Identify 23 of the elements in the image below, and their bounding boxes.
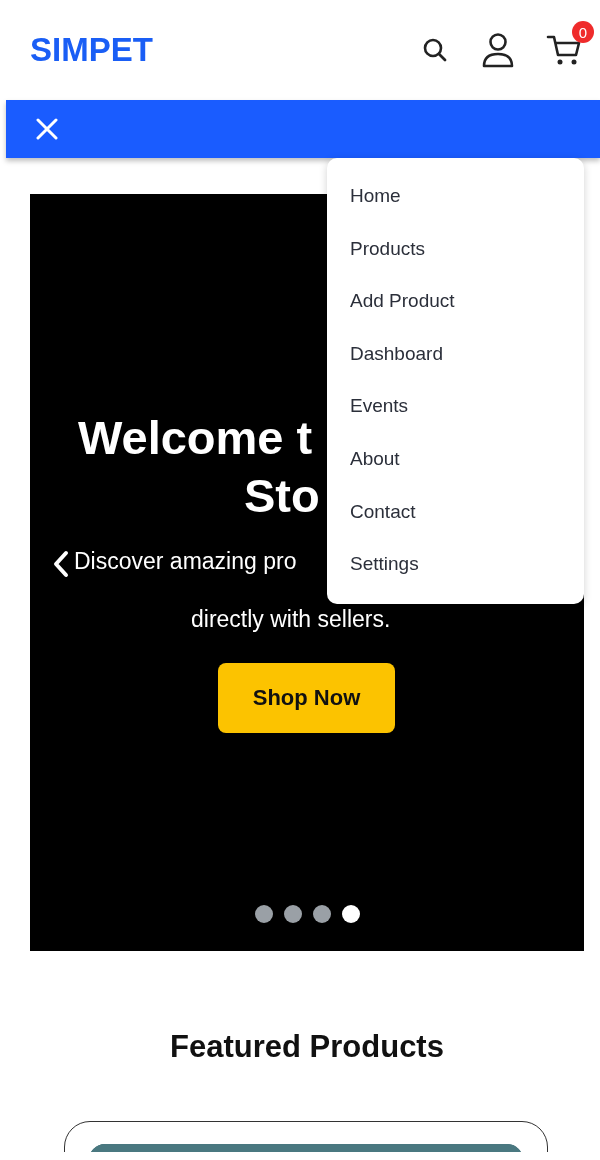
section-heading: Featured Products	[169, 1028, 445, 1066]
chevron-left-icon[interactable]	[52, 550, 70, 578]
slide-dot[interactable]	[341, 905, 360, 923]
user-icon[interactable]	[480, 31, 516, 69]
logo[interactable]: SIMPET	[30, 31, 153, 69]
shop-now-button[interactable]: Shop Now	[218, 663, 395, 733]
slide-dot[interactable]	[283, 905, 302, 923]
menu-item[interactable]: Settings	[327, 550, 419, 579]
menu-item[interactable]: Products	[327, 234, 425, 263]
menu-item[interactable]: Contact	[327, 497, 416, 526]
hero-subtitle: directly with sellers.	[191, 605, 391, 633]
menu-item[interactable]: Events	[327, 392, 409, 421]
menu-item[interactable]: About	[327, 444, 400, 473]
hero-subtitle: Discover amazing pro	[74, 547, 297, 575]
cart-count-badge: 0	[572, 21, 594, 43]
menu-item[interactable]: Home	[327, 182, 401, 210]
menu-item[interactable]: Add Product	[327, 287, 455, 316]
hero-title: Sto	[244, 468, 320, 524]
close-icon[interactable]	[36, 118, 58, 140]
menu-item[interactable]: Dashboard	[327, 339, 443, 368]
slide-dot[interactable]	[312, 905, 331, 923]
slide-dot[interactable]	[254, 905, 273, 923]
hero-title: Welcome t	[78, 410, 313, 466]
